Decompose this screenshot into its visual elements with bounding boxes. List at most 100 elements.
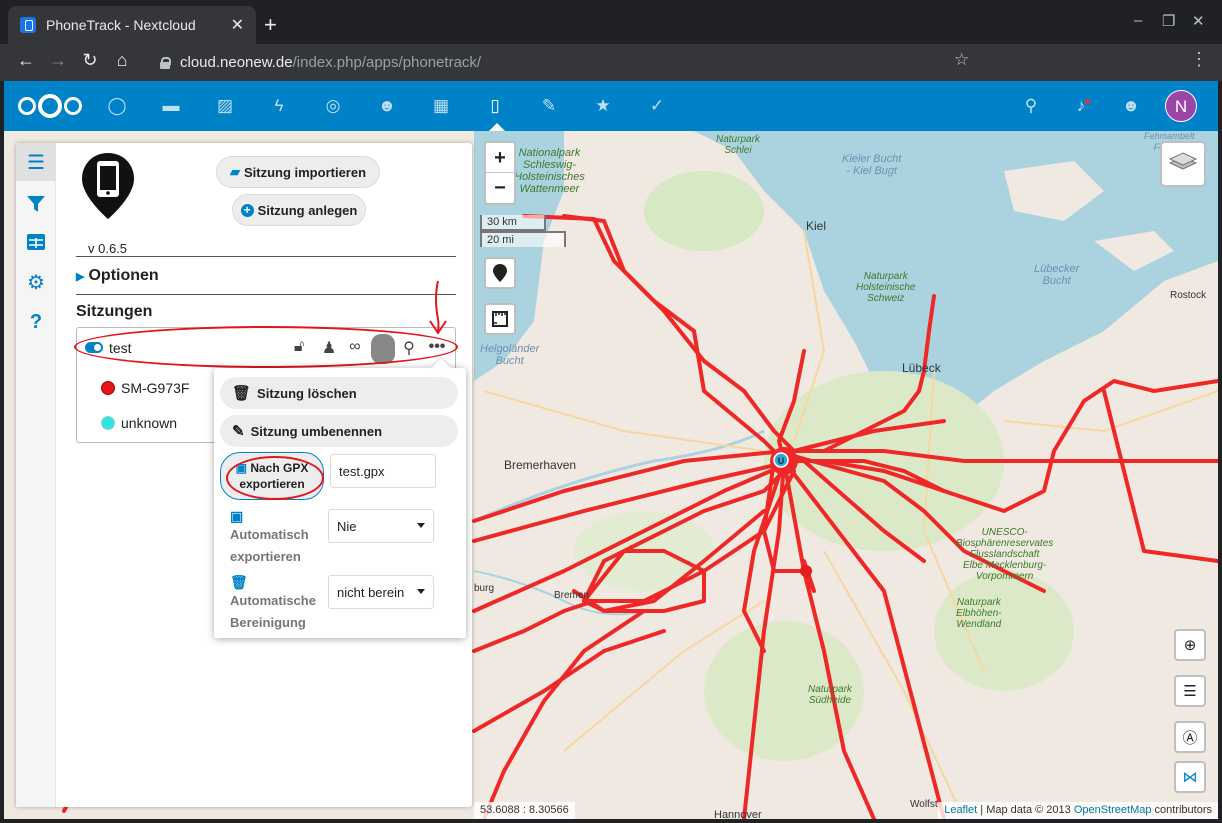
help-icon: ? xyxy=(29,310,43,333)
gears-icon: ⚙ xyxy=(27,271,45,294)
back-icon[interactable]: ← xyxy=(14,50,38,71)
tab-main[interactable]: ☰ xyxy=(16,143,56,181)
map-label-np-holstein: Naturpark Holsteinische Schweiz xyxy=(856,271,916,304)
maximize-button[interactable]: ❐ xyxy=(1162,12,1175,30)
map-label-helgolander-bucht: Helgoländer Bucht xyxy=(480,343,540,367)
layers-button[interactable] xyxy=(1160,141,1206,187)
zoom-search-icon: ⊕ xyxy=(1183,637,1197,654)
phonetrack-app-icon[interactable]: ▯ xyxy=(484,96,506,116)
dropdown-arrow-icon xyxy=(417,523,425,528)
photos-icon[interactable]: ▨ xyxy=(214,96,236,116)
measure-button[interactable] xyxy=(484,303,516,335)
annotation-ellipse-session xyxy=(74,326,458,368)
tasks-icon[interactable]: ✓ xyxy=(646,96,668,116)
attribution-end: contributors xyxy=(1151,804,1212,816)
autopurge-value: nicht berein xyxy=(337,584,405,600)
avatar[interactable]: N xyxy=(1165,90,1197,122)
options-toggle[interactable]: ▶ Optionen xyxy=(76,267,159,285)
bookmark-star-icon[interactable]: ☆ xyxy=(954,50,969,70)
new-tab-button[interactable]: + xyxy=(264,12,277,38)
map-pin-icon xyxy=(493,264,507,282)
create-session-button[interactable]: + Sitzung anlegen xyxy=(232,194,366,226)
zoom-control: + − xyxy=(484,141,516,205)
tab-title: PhoneTrack - Nextcloud xyxy=(46,17,196,33)
map-label-np-elbhoehen: Naturpark Elbhöhen- Wendland xyxy=(956,597,1002,630)
export-filename-input[interactable]: test.gpx xyxy=(330,454,436,488)
leaflet-link[interactable]: Leaflet xyxy=(944,804,977,816)
autopurge-select[interactable]: nicht berein xyxy=(328,575,434,609)
autoexport-select[interactable]: Nie xyxy=(328,509,434,543)
location-pin-button[interactable] xyxy=(484,257,516,289)
autopurge-label: 🗑︎ Automatische Bereinigung xyxy=(230,574,316,630)
tab-stats[interactable] xyxy=(16,223,56,261)
annotation-arrow xyxy=(429,280,447,335)
filter-icon xyxy=(27,196,45,212)
address-bar[interactable]: cloud.neonew.de/index.php/apps/phonetrac… xyxy=(146,48,986,77)
osm-link[interactable]: OpenStreetMap xyxy=(1074,804,1152,816)
import-session-button[interactable]: ▰ Sitzung importieren xyxy=(216,156,380,188)
files-icon[interactable]: ▬ xyxy=(160,96,182,116)
plus-circle-icon: + xyxy=(240,203,254,217)
map-label-lubecker-bucht: Lübecker Bucht xyxy=(1034,263,1080,287)
talk-icon[interactable]: ◎ xyxy=(322,96,344,116)
tab-settings[interactable]: ⚙ xyxy=(16,263,56,301)
url-host: cloud.neonew.de xyxy=(180,54,293,71)
tab-filters[interactable] xyxy=(16,185,56,223)
activity-icon[interactable]: ϟ xyxy=(268,96,290,116)
map-label-lubeck: Lübeck xyxy=(902,361,941,375)
hamburger-icon: ☰ xyxy=(27,151,45,174)
zoom-out-button[interactable]: − xyxy=(486,173,514,203)
table-icon xyxy=(27,234,45,250)
device-item[interactable]: SM-G973F xyxy=(101,380,189,396)
nextcloud-logo[interactable] xyxy=(18,94,82,118)
map-label-burg: burg xyxy=(474,583,495,594)
device-name: SM-G973F xyxy=(121,380,190,396)
contacts-icon[interactable]: ☻ xyxy=(376,96,398,116)
device-color-dot[interactable] xyxy=(101,381,115,395)
rename-session-button[interactable]: ✎ Sitzung umbenennen xyxy=(220,415,458,447)
contacts-menu-icon[interactable]: ☻ xyxy=(1120,96,1142,116)
map-label-kieler-bucht: Kieler Bucht - Kiel Bugt xyxy=(842,153,902,177)
zoom-auto-icon: Ⓐ xyxy=(1182,729,1198,747)
version-label: v 0.6.5 xyxy=(88,241,128,256)
home-icon[interactable]: ⌂ xyxy=(110,50,134,71)
device-color-dot[interactable] xyxy=(101,416,115,430)
calendar-icon[interactable]: ▦ xyxy=(430,96,452,116)
map-label-unesco: UNESCO- Biosphärenreservates Flusslandsc… xyxy=(956,527,1054,582)
sidebar-tabs: ☰ ⚙ ? xyxy=(16,143,56,807)
browser-menu-icon[interactable]: ⋮ xyxy=(1190,49,1208,70)
reload-icon[interactable]: ↻ xyxy=(78,50,102,71)
track-point[interactable] xyxy=(800,565,812,577)
info-panel-button[interactable]: ☰ xyxy=(1174,675,1206,707)
show-lines-button[interactable]: ⋈ xyxy=(1174,761,1206,793)
delete-session-button[interactable]: 🗑︎ Sitzung löschen xyxy=(220,377,458,409)
minimize-button[interactable]: – xyxy=(1134,12,1142,29)
app-content: U Kiel Lübeck Bremerhaven Rostock Wolfst… xyxy=(4,131,1218,819)
dashboard-icon[interactable]: ◯ xyxy=(106,96,128,116)
browser-toolbar: ← → ↻ ⌂ cloud.neonew.de/index.php/apps/p… xyxy=(0,44,1222,81)
session-menu: 🗑︎ Sitzung löschen ✎ Sitzung umbenennen … xyxy=(214,358,466,638)
layers-icon xyxy=(1168,152,1198,170)
save-icon: ▣ xyxy=(230,508,244,524)
zoom-in-button[interactable]: + xyxy=(486,143,514,173)
import-session-label: Sitzung importieren xyxy=(243,164,367,180)
auto-zoom-button[interactable]: Ⓐ xyxy=(1174,721,1206,753)
search-icon[interactable]: ⚲ xyxy=(1020,96,1042,116)
zoom-to-bounds-button[interactable]: ⊕ xyxy=(1174,629,1206,661)
notes-icon[interactable]: ✎ xyxy=(538,96,560,116)
active-app-indicator xyxy=(489,123,505,131)
divider xyxy=(76,294,456,295)
map-label-np-suedheide: Naturpark Südheide xyxy=(808,684,852,706)
forward-icon[interactable]: → xyxy=(46,50,70,71)
map-label-kiel: Kiel xyxy=(806,219,827,233)
tab-help[interactable]: ? xyxy=(16,303,56,341)
browser-tab[interactable]: PhoneTrack - Nextcloud ✕ xyxy=(8,6,256,44)
device-item[interactable]: unknown xyxy=(101,415,177,431)
tab-close-icon[interactable]: ✕ xyxy=(231,15,244,35)
bookmarks-icon[interactable]: ★ xyxy=(592,96,614,116)
scale-km: 30 km xyxy=(480,215,546,231)
map-label-rostock: Rostock xyxy=(1170,290,1207,301)
close-window-button[interactable]: ✕ xyxy=(1192,12,1205,30)
folder-open-icon: ▰ xyxy=(229,164,240,179)
autoexport-label: ▣ Automatisch exportieren xyxy=(230,508,309,564)
